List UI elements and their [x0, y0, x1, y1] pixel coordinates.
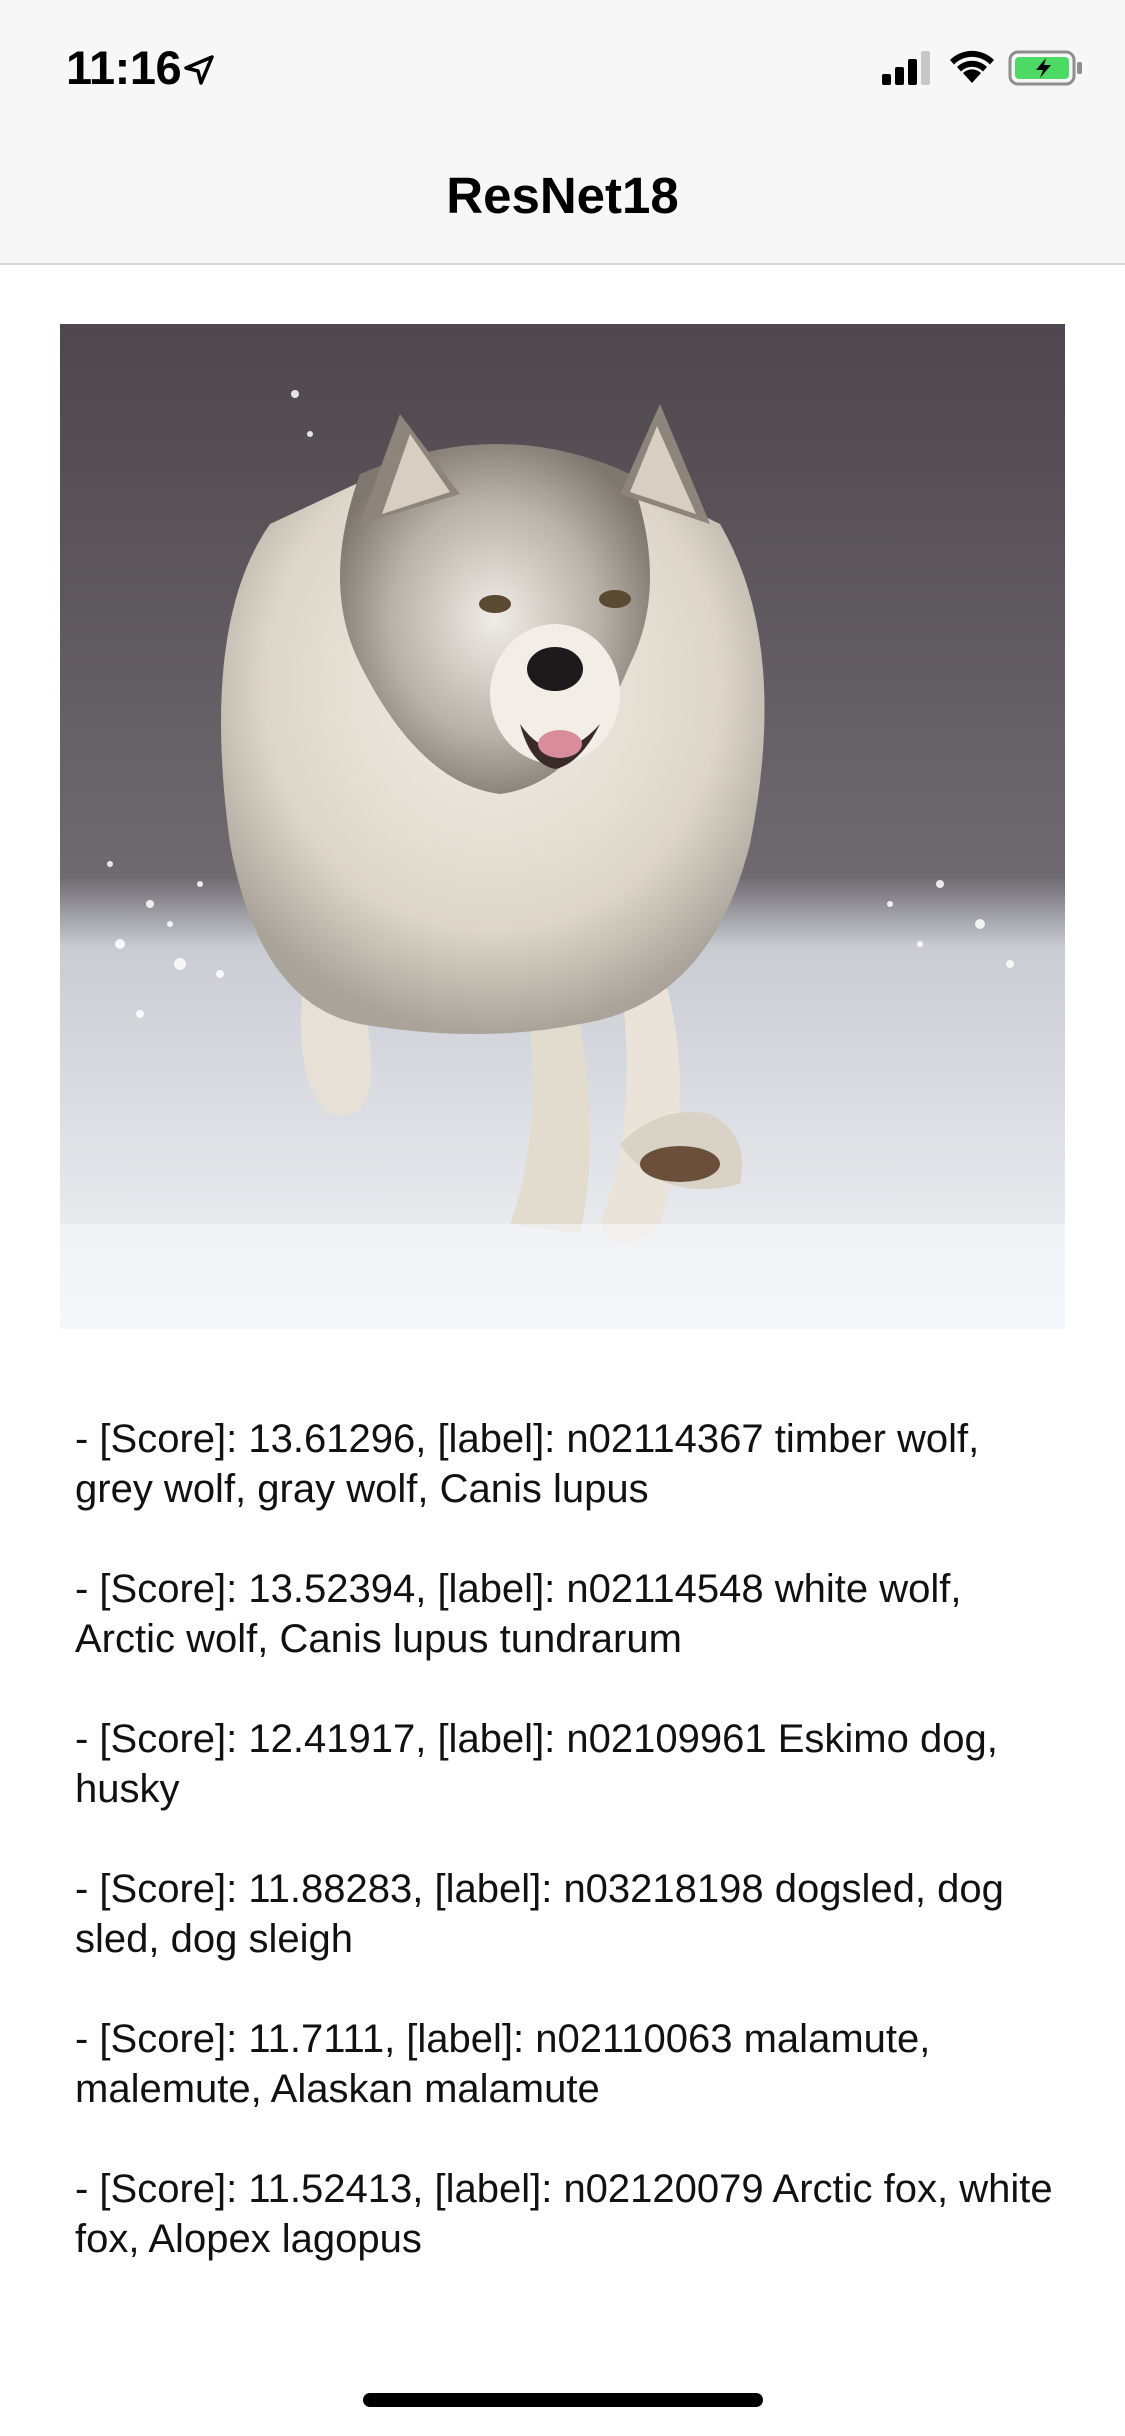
home-indicator[interactable]: [363, 2393, 763, 2407]
result-item: - [Score]: 11.52413, [label]: n02120079 …: [75, 2167, 1053, 2261]
top-chrome: 11:16 ResNet18: [0, 0, 1125, 265]
result-item: - [Score]: 11.7111, [label]: n02110063 m…: [75, 2017, 931, 2111]
result-item: - [Score]: 12.41917, [label]: n02109961 …: [75, 1717, 998, 1811]
status-time: 11:16: [66, 41, 182, 94]
location-arrow-icon: [184, 55, 214, 85]
wolf-illustration: [60, 324, 1065, 1329]
app-screen: 11:16 ResNet18 - [Score]: 13.61296, [lab…: [0, 0, 1125, 2436]
navigation-bar: ResNet18: [0, 136, 1125, 265]
battery-charging-icon: [1008, 50, 1082, 86]
wolf-photo: [60, 324, 1065, 1329]
result-item: - [Score]: 13.61296, [label]: n02114367 …: [75, 1417, 980, 1511]
result-item: - [Score]: 13.52394, [label]: n02114548 …: [75, 1567, 962, 1661]
nav-title: ResNet18: [446, 167, 679, 224]
result-item: - [Score]: 11.88283, [label]: n03218198 …: [75, 1867, 1004, 1961]
prediction-results: - [Score]: 13.61296, [label]: n02114367 …: [75, 1414, 1065, 2314]
wifi-icon: [950, 50, 994, 83]
cellular-signal-icon: [882, 51, 930, 85]
status-bar: 11:16: [0, 0, 1125, 136]
